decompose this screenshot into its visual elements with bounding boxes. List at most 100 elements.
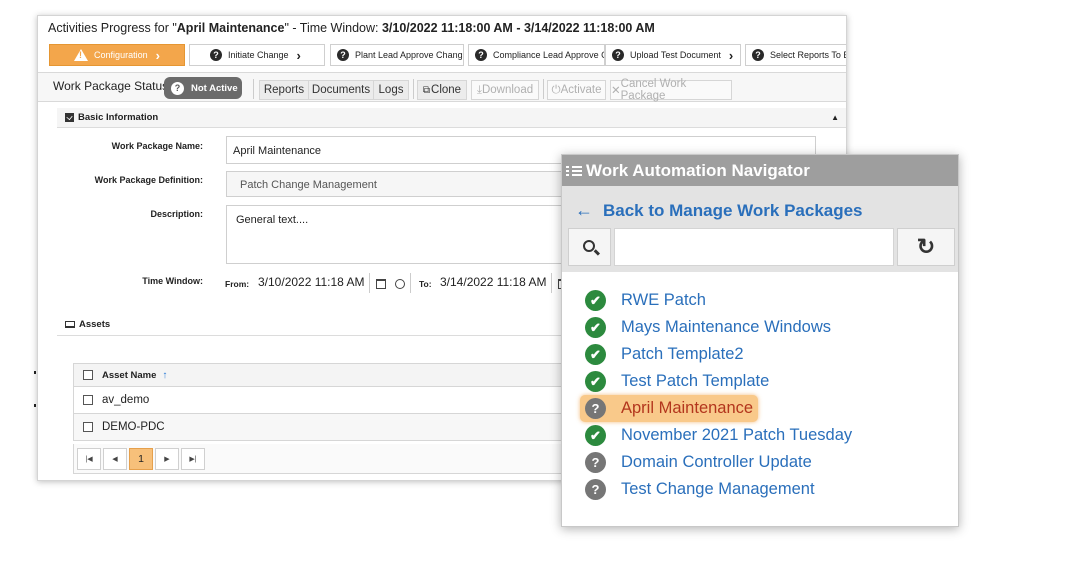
from-datetime-input[interactable]: 3/10/2022 11:18 AM — [258, 275, 365, 289]
activate-label: Activate — [560, 84, 602, 96]
list-item-selected[interactable]: ? April Maintenance — [580, 395, 758, 422]
divider — [543, 79, 544, 99]
step-upload-test-document[interactable]: ? Upload Test Document › — [605, 44, 741, 66]
back-to-manage-link[interactable]: ← Back to Manage Work Packages — [575, 200, 863, 221]
download-button[interactable]: ⤓ Download — [471, 80, 539, 100]
section-title: Assets — [79, 319, 111, 330]
list-item[interactable]: ✔ November 2021 Patch Tuesday — [580, 422, 950, 449]
list-item-label: April Maintenance — [621, 399, 754, 417]
question-circle-icon: ? — [585, 452, 606, 473]
collapse-up-icon[interactable]: ▲ — [831, 113, 839, 122]
to-datetime-input[interactable]: 3/14/2022 11:18 AM — [440, 275, 547, 289]
refresh-icon: ↻ — [916, 234, 936, 259]
column-header-asset-name[interactable]: Asset Name — [102, 370, 156, 381]
arrow-left-icon: ← — [575, 200, 593, 220]
row-checkbox[interactable] — [83, 422, 93, 432]
step-select-reports[interactable]: ? Select Reports To Ex — [745, 44, 847, 66]
step-label: Select Reports To Ex — [770, 50, 847, 60]
page-title: Activities Progress for "April Maintenan… — [48, 21, 655, 35]
prev-page-button[interactable]: ◀ — [103, 448, 127, 470]
cancel-label: Cancel Work Package — [620, 78, 687, 102]
title-time-window: 3/10/2022 11:18:00 AM - 3/14/2022 11:18:… — [381, 21, 655, 35]
to-label: To: — [419, 279, 432, 289]
chevron-right-icon: › — [728, 47, 734, 63]
clone-label: Clone — [431, 84, 462, 96]
clock-icon[interactable] — [395, 279, 405, 289]
step-label: Configuration — [94, 50, 148, 60]
download-label: Download — [481, 84, 534, 96]
question-icon: ? — [612, 49, 624, 61]
sort-ascending-icon[interactable]: ↑ — [162, 370, 167, 381]
step-compliance-lead-approve[interactable]: ? Compliance Lead Approve Ch — [468, 44, 605, 66]
list-item-label: Patch Template2 — [621, 345, 744, 363]
reports-button[interactable]: Reports — [259, 80, 309, 100]
status-toolbar: Work Package Status: ? Not Active Report… — [38, 72, 846, 102]
list-item-label: November 2021 Patch Tuesday — [621, 426, 853, 444]
next-page-button[interactable]: ▶ — [155, 448, 179, 470]
last-page-button[interactable]: ▶| — [181, 448, 205, 470]
list-item[interactable]: ✔ Patch Template2 — [580, 341, 950, 368]
back-label: Back to Manage Work Packages — [603, 200, 863, 220]
list-item[interactable]: ? Test Change Management — [580, 476, 950, 503]
edit-square-icon — [65, 113, 74, 122]
edge-mark — [34, 371, 36, 374]
question-icon: ? — [475, 49, 487, 61]
step-label: Upload Test Document — [630, 50, 721, 60]
list-item-label: RWE Patch — [621, 291, 706, 309]
title-mid: " - Time Window: — [284, 21, 382, 35]
step-label: Initiate Change — [228, 50, 289, 60]
clone-button[interactable]: ⧉ Clone — [417, 80, 467, 100]
title-package-name: April Maintenance — [176, 21, 285, 35]
check-circle-icon: ✔ — [585, 425, 606, 446]
question-icon: ? — [210, 49, 222, 61]
list-item[interactable]: ✔ RWE Patch — [580, 287, 950, 314]
status-badge-text: Not Active — [191, 82, 238, 94]
select-all-checkbox[interactable] — [83, 370, 93, 380]
status-badge: ? Not Active — [164, 77, 242, 99]
divider — [253, 79, 254, 99]
check-circle-icon: ✔ — [585, 344, 606, 365]
step-initiate-change[interactable]: ? Initiate Change › — [189, 44, 325, 66]
divider — [551, 273, 552, 293]
documents-button[interactable]: Documents — [308, 80, 374, 100]
list-item-label: Mays Maintenance Windows — [621, 318, 832, 336]
search-icon — [583, 240, 595, 252]
laptop-icon — [65, 321, 75, 328]
question-circle-icon: ? — [585, 479, 606, 500]
list-icon — [566, 164, 582, 178]
first-page-button[interactable]: |◀ — [77, 448, 101, 470]
asset-name-cell: DEMO-PDC — [102, 421, 165, 433]
list-item-label: Test Patch Template — [621, 372, 770, 390]
divider — [410, 273, 411, 293]
calendar-icon[interactable] — [376, 279, 386, 289]
step-plant-lead-approve[interactable]: ? Plant Lead Approve Change — [330, 44, 464, 66]
logs-button[interactable]: Logs — [373, 80, 409, 100]
chevron-right-icon: › — [296, 47, 301, 63]
question-circle-icon: ? — [585, 398, 606, 419]
row-checkbox[interactable] — [83, 395, 93, 405]
list-item[interactable]: ✔ Test Patch Template — [580, 368, 950, 395]
list-item[interactable]: ? Domain Controller Update — [580, 449, 950, 476]
section-title: Basic Information — [78, 112, 159, 123]
list-item[interactable]: ✔ Mays Maintenance Windows — [580, 314, 950, 341]
chevron-right-icon: › — [155, 47, 160, 63]
search-input[interactable] — [614, 228, 894, 266]
check-circle-icon: ✔ — [585, 371, 606, 392]
search-button[interactable] — [568, 228, 611, 266]
activate-button[interactable]: ⏻ Activate — [547, 80, 606, 100]
title-prefix: Activities Progress for " — [48, 21, 177, 35]
question-icon: ? — [337, 49, 349, 61]
list-item-label: Test Change Management — [621, 480, 815, 498]
description-label: Description: — [150, 209, 203, 219]
cancel-work-package-button[interactable]: ✕ Cancel Work Package — [610, 78, 732, 102]
divider — [369, 273, 370, 293]
time-window-label: Time Window: — [142, 276, 203, 286]
list-item-label: Domain Controller Update — [621, 453, 812, 471]
navigator-header: Work Automation Navigator — [562, 155, 958, 186]
status-label: Work Package Status: — [53, 79, 172, 93]
step-configuration[interactable]: ! Configuration › — [49, 44, 185, 66]
work-package-definition-label: Work Package Definition: — [94, 175, 203, 185]
current-page-button[interactable]: 1 — [129, 448, 153, 470]
basic-information-header[interactable]: Basic Information ▲ — [57, 108, 846, 128]
refresh-button[interactable]: ↻ — [897, 228, 955, 266]
